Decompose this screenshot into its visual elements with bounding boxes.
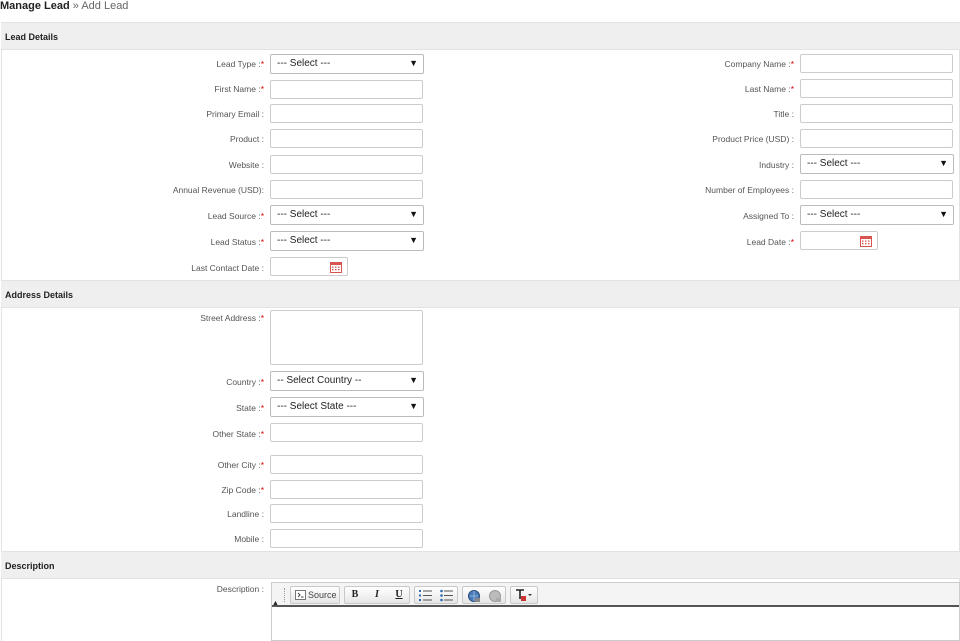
first-name-input[interactable] xyxy=(270,80,423,99)
annual-revenue-input[interactable] xyxy=(270,180,423,199)
collapse-toolbar-icon[interactable]: ▲ xyxy=(272,600,279,607)
breadcrumb: Manage Lead » Add Lead xyxy=(0,0,128,12)
title-input[interactable] xyxy=(800,104,953,123)
dropdown-arrow-icon: ▼ xyxy=(409,58,418,68)
label-assigned-to: Assigned To : xyxy=(743,211,794,221)
primary-email-input[interactable] xyxy=(270,104,423,123)
section-title: Description xyxy=(5,561,55,571)
last-name-input[interactable] xyxy=(800,79,953,98)
product-input[interactable] xyxy=(270,129,423,148)
breadcrumb-current: Add Lead xyxy=(81,0,129,12)
dropdown-arrow-icon: ▼ xyxy=(409,401,418,411)
label-primary-email: Primary Email : xyxy=(206,109,264,119)
lead-status-select[interactable]: --- Select --- ▼ xyxy=(270,231,424,251)
breadcrumb-separator: » xyxy=(72,0,79,12)
text-color-button[interactable] xyxy=(510,586,538,604)
other-state-input[interactable] xyxy=(270,423,423,442)
label-street-address: Street Address :* xyxy=(200,313,264,323)
underline-button[interactable]: U xyxy=(391,588,407,602)
label-other-city: Other City :* xyxy=(217,460,264,470)
number-of-employees-input[interactable] xyxy=(800,180,953,199)
label-lead-source: Lead Source :* xyxy=(207,211,264,221)
label-description: Description : xyxy=(216,584,264,594)
calendar-icon[interactable] xyxy=(330,261,342,273)
zip-code-input[interactable] xyxy=(270,480,423,499)
label-lead-date: Lead Date :* xyxy=(746,237,794,247)
dropdown-arrow-icon: ▼ xyxy=(409,235,418,245)
format-group: B I U xyxy=(344,586,410,604)
label-country: Country :* xyxy=(226,377,264,387)
unlink-icon[interactable] xyxy=(488,589,502,603)
lead-type-select[interactable]: --- Select --- ▼ xyxy=(270,54,424,74)
label-product-price: Product Price (USD) : xyxy=(712,134,794,144)
dropdown-arrow-icon: ▼ xyxy=(939,158,948,168)
label-landline: Landline : xyxy=(227,509,264,519)
source-button[interactable]: Source xyxy=(290,586,340,604)
other-city-input[interactable] xyxy=(270,455,423,474)
toolbar-grip xyxy=(284,588,286,602)
label-other-state: Other State :* xyxy=(212,429,264,439)
dropdown-arrow-icon: ▼ xyxy=(939,209,948,219)
source-icon xyxy=(295,590,306,600)
street-address-textarea[interactable] xyxy=(270,310,423,365)
label-state: State :* xyxy=(236,403,264,413)
breadcrumb-parent[interactable]: Manage Lead xyxy=(0,0,70,12)
last-contact-date-input[interactable] xyxy=(270,257,348,276)
source-label: Source xyxy=(308,590,337,600)
label-product: Product : xyxy=(229,134,264,144)
list-group xyxy=(414,586,458,604)
numbered-list-icon[interactable] xyxy=(419,589,433,602)
company-name-input[interactable] xyxy=(800,54,953,73)
mobile-input[interactable] xyxy=(270,529,423,548)
label-website: Website : xyxy=(228,160,264,170)
link-icon[interactable] xyxy=(467,589,481,603)
section-title: Address Details xyxy=(5,290,74,300)
calendar-icon[interactable] xyxy=(860,235,872,247)
country-select[interactable]: -- Select Country -- ▼ xyxy=(270,371,424,391)
section-lead-details: Lead Details xyxy=(1,22,960,50)
description-editor[interactable]: Source B I U xyxy=(271,582,960,641)
dropdown-arrow-icon: ▼ xyxy=(409,375,418,385)
label-lead-type: Lead Type :* xyxy=(216,59,264,69)
bulleted-list-icon[interactable] xyxy=(440,589,454,602)
label-mobile: Mobile : xyxy=(234,534,264,544)
assigned-to-select[interactable]: --- Select --- ▼ xyxy=(800,205,954,225)
lead-source-select[interactable]: --- Select --- ▼ xyxy=(270,205,424,225)
address-details-panel xyxy=(1,308,960,551)
label-last-contact-date: Last Contact Date : xyxy=(191,263,264,273)
dropdown-arrow-icon: ▼ xyxy=(409,209,418,219)
section-address-details: Address Details xyxy=(1,280,960,308)
label-company-name: Company Name :* xyxy=(724,59,794,69)
website-input[interactable] xyxy=(270,155,423,174)
label-industry: Industry : xyxy=(759,160,794,170)
section-title: Lead Details xyxy=(5,32,59,42)
label-zip-code: Zip Code :* xyxy=(221,485,264,495)
label-number-of-employees: Number of Employees : xyxy=(705,185,794,195)
industry-select[interactable]: --- Select --- ▼ xyxy=(800,154,954,174)
editor-toolbar: Source B I U xyxy=(272,583,959,607)
label-last-name: Last Name :* xyxy=(744,84,794,94)
label-annual-revenue: Annual Revenue (USD): xyxy=(172,185,264,195)
landline-input[interactable] xyxy=(270,504,423,523)
section-description: Description xyxy=(1,551,960,579)
label-lead-status: Lead Status :* xyxy=(210,237,264,247)
product-price-input[interactable] xyxy=(800,129,953,148)
text-color-icon xyxy=(516,589,532,601)
link-group xyxy=(462,586,506,604)
lead-date-input[interactable] xyxy=(800,231,878,250)
state-select[interactable]: --- Select State --- ▼ xyxy=(270,397,424,417)
label-first-name: First Name :* xyxy=(214,84,264,94)
italic-button[interactable]: I xyxy=(369,588,385,602)
bold-button[interactable]: B xyxy=(347,588,363,602)
label-title: Title : xyxy=(773,109,794,119)
